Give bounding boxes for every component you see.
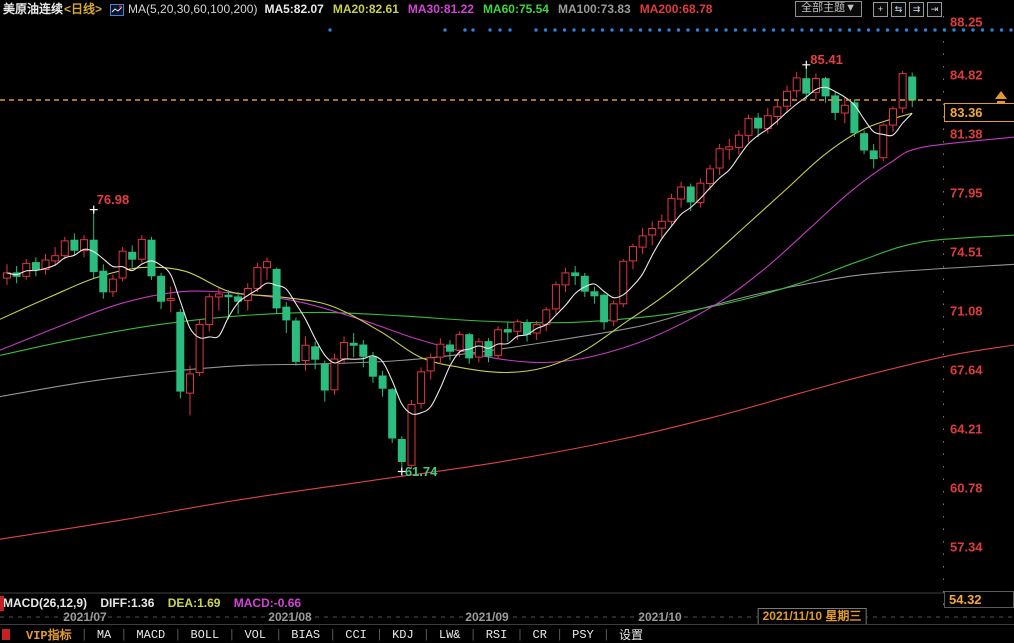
axis-tick-label: 60.78 — [950, 481, 1010, 496]
toolbar-separator: | — [228, 628, 235, 642]
toolbar-tab-lw[interactable]: LW& — [437, 628, 463, 642]
date-tick-label: 2021/10 — [638, 610, 681, 624]
ma-parameters-label: MA(5,20,30,60,100,200) — [128, 1, 257, 17]
crosshair-move-icon[interactable]: + — [873, 2, 888, 17]
ma200-line — [0, 345, 1014, 539]
candlestick-chart[interactable] — [0, 0, 1014, 643]
toolbar-separator: | — [329, 628, 336, 642]
toolbar-separator: | — [120, 628, 127, 642]
axis-tick-label: 77.95 — [950, 185, 1010, 200]
toolbar-tab-cr[interactable]: CR — [531, 628, 549, 642]
toolbar-tab-vol[interactable]: VOL — [242, 628, 268, 642]
toolbar-separator: | — [603, 628, 610, 642]
toolbar-marker-icon — [2, 629, 10, 640]
macd-dea-value: DEA:1.69 — [168, 596, 221, 610]
toolbar-tab-bias[interactable]: BIAS — [289, 628, 322, 642]
macd-params-label: MACD(26,12,9) — [3, 596, 87, 610]
header-controls: 全部主题▼ +⇆⇉⇥ — [795, 1, 942, 17]
date-tick-label: 2021/08 — [268, 610, 311, 624]
toolbar-tab-cci[interactable]: CCI — [343, 628, 369, 642]
high-price-annotation: 76.98 — [97, 192, 130, 207]
date-tick-label: 2021/07 — [63, 610, 106, 624]
axis-tick-label: 74.51 — [950, 245, 1010, 260]
kline-chart-icon — [110, 4, 124, 16]
axis-tick-label: 64.21 — [950, 422, 1010, 437]
signal-dot-markers — [328, 28, 1012, 31]
price-up-arrow-icon — [995, 91, 1007, 99]
indicator-toolbar: VIP指标 | MA | MACD | BOLL | VOL | BIAS | CCI | KDJ | LW& |… — [0, 624, 1014, 643]
axis-tick-label: 57.34 — [950, 540, 1010, 555]
ma-value: MA20:82.61 — [333, 2, 399, 16]
ma-value: MA200:68.78 — [640, 2, 713, 16]
current-price-badge: 83.36 — [944, 103, 1014, 122]
current-date-badge: 2021/11/10 星期三 — [758, 608, 867, 625]
axis-tick-label: 71.08 — [950, 304, 1010, 319]
toolbar-separator: | — [556, 628, 563, 642]
theme-dropdown[interactable]: 全部主题▼ — [795, 1, 862, 17]
ma-value: MA60:75.54 — [483, 2, 549, 16]
toolbar-separator: | — [81, 628, 88, 642]
toolbar-separator: | — [275, 628, 282, 642]
zoom-out-icon[interactable]: ⇆ — [891, 2, 906, 17]
toolbar-tab-vip[interactable]: VIP指标 — [24, 626, 74, 643]
axis-tick-label: 84.82 — [950, 67, 1010, 82]
ma-value: MA30:81.22 — [408, 2, 474, 16]
toolbar-separator: | — [470, 628, 477, 642]
ma-value: MA5:82.07 — [264, 2, 323, 16]
chart-tool-buttons: +⇆⇉⇥ — [870, 2, 942, 17]
macd-diff-value: DIFF:1.36 — [100, 596, 154, 610]
high-price-annotation: 85.41 — [810, 52, 843, 67]
macd-value: MACD:-0.66 — [234, 596, 301, 610]
macd-readout: MACD(26,12,9) DIFF:1.36 DEA:1.69 MACD:-0… — [3, 596, 311, 610]
zoom-in-icon[interactable]: ⇉ — [909, 2, 924, 17]
pane-corner-marker — [0, 596, 4, 611]
ma20-line — [0, 113, 912, 372]
toolbar-tab-kdj[interactable]: KDJ — [390, 628, 416, 642]
trading-app-window: 美原油连续 <日线> MA(5,20,30,60,100,200) MA5:82… — [0, 0, 1014, 643]
toolbar-tab-boll[interactable]: BOLL — [188, 628, 221, 642]
low-price-annotation: 61.74 — [405, 464, 438, 479]
date-tick-label: 2021/09 — [465, 610, 508, 624]
ma-value: MA100:73.83 — [558, 2, 631, 16]
toolbar-tab-[interactable]: 设置 — [617, 626, 645, 643]
toolbar-tab-ma[interactable]: MA — [95, 628, 113, 642]
header-bar: 美原油连续 <日线> MA(5,20,30,60,100,200) MA5:82… — [0, 0, 1014, 17]
extreme-cross-marker — [90, 206, 98, 214]
symbol-name: 美原油连续 — [3, 1, 63, 17]
toolbar-separator: | — [423, 628, 430, 642]
period-label: <日线> — [64, 1, 102, 17]
price-up-arrow-base — [997, 101, 1005, 103]
extreme-cross-marker — [802, 61, 810, 69]
ma-values-readout: MA5:82.07 MA20:82.61 MA30:81.22 MA60:75.54 M… — [264, 1, 721, 17]
axis-tick-label: 81.38 — [950, 127, 1010, 142]
toolbar-tab-rsi[interactable]: RSI — [484, 628, 510, 642]
step-forward-icon[interactable]: ⇥ — [927, 2, 942, 17]
toolbar-tab-macd[interactable]: MACD — [134, 628, 167, 642]
axis-min-label: 54.32 — [944, 591, 1014, 608]
toolbar-tab-psy[interactable]: PSY — [570, 628, 596, 642]
toolbar-separator: | — [174, 628, 181, 642]
toolbar-separator: | — [516, 628, 523, 642]
axis-tick-label: 67.64 — [950, 363, 1010, 378]
toolbar-separator: | — [376, 628, 383, 642]
